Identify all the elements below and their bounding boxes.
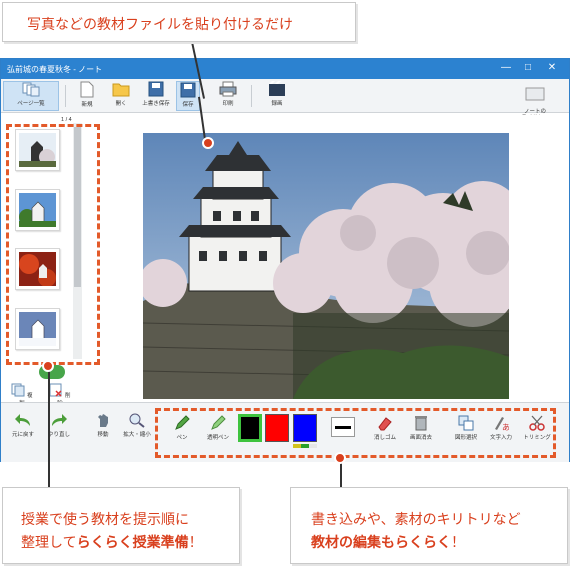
- redo-icon: [52, 414, 67, 426]
- page-list-label: ページ一覧: [17, 101, 45, 107]
- callout-right-end: ！: [451, 534, 465, 550]
- zoom-button[interactable]: 拡大・縮小: [117, 413, 157, 438]
- callout-edit-materials: 書き込みや、素材のキリトリなど 教材の編集もらくらく！: [290, 487, 568, 564]
- undo-button[interactable]: 元に戻す: [3, 413, 43, 438]
- toolbar: ページ一覧 新規 開く 上書き保存 保存 印刷 録画 ノートの: [1, 79, 569, 121]
- overwrite-save-label: 上書き保存: [142, 101, 170, 107]
- maximize-button[interactable]: □: [521, 62, 535, 75]
- print-button[interactable]: 印刷: [214, 81, 242, 111]
- open-button[interactable]: 開く: [107, 81, 135, 111]
- toolbar-separator: [65, 85, 66, 107]
- leader-line-left: [48, 366, 50, 487]
- open-label: 開く: [115, 101, 127, 107]
- overwrite-save-button[interactable]: 上書き保存: [139, 81, 173, 111]
- highlight-edit-tools: [155, 408, 556, 458]
- callout-paste-materials: 写真などの教材ファイルを貼り付けるだけ: [2, 2, 356, 42]
- page-indicator: 1 / 4: [61, 117, 72, 123]
- slideshow-icon: [525, 87, 545, 101]
- record-label: 録画: [271, 101, 283, 107]
- callout-left-line2: 整理してらくらく授業準備！: [21, 531, 239, 554]
- close-button[interactable]: ✕: [545, 62, 559, 75]
- new-label: 新規: [81, 102, 93, 108]
- highlight-page-list: [6, 124, 100, 365]
- print-label: 印刷: [222, 101, 234, 107]
- save-icon: [148, 81, 164, 97]
- new-file-icon: [80, 81, 94, 98]
- record-icon: [269, 81, 285, 96]
- save-as-button[interactable]: 保存: [176, 81, 200, 111]
- callout-left-plain: 整理して: [21, 534, 77, 550]
- delete-icon: [49, 383, 62, 397]
- open-folder-icon: [112, 83, 130, 97]
- move-icon: [98, 414, 108, 427]
- callout-dot-left: [42, 360, 54, 372]
- castle-photo[interactable]: [143, 133, 509, 399]
- zoom-label: 拡大・縮小: [123, 432, 151, 438]
- save-as-icon: [180, 82, 196, 98]
- callout-right-line1: 書き込みや、素材のキリトリなど: [311, 511, 521, 527]
- window-title: 弘前城の春夏秋冬 - ノート: [7, 65, 103, 74]
- callout-organize-materials: 授業で使う教材を提示順に 整理してらくらく授業準備！: [2, 487, 240, 564]
- callout-right-bold: 教材の編集もらくらく: [311, 534, 451, 550]
- save-label: 保存: [182, 102, 194, 108]
- undo-label: 元に戻す: [11, 432, 34, 438]
- new-button[interactable]: 新規: [73, 81, 101, 111]
- callout-left-end: ！: [188, 534, 203, 550]
- slideshow-button[interactable]: ノートの スライドショー: [513, 81, 557, 121]
- callout-top-text: 写真などの教材ファイルを貼り付けるだけ: [27, 16, 293, 32]
- callout-dot-top: [202, 137, 214, 149]
- minimize-button[interactable]: —: [499, 62, 513, 75]
- redo-label: やり直し: [47, 432, 70, 438]
- redo-button[interactable]: やり直し: [39, 413, 79, 438]
- toolbar-separator-2: [251, 85, 252, 107]
- move-label: 移動: [97, 432, 109, 438]
- callout-dot-right: [334, 452, 346, 464]
- title-bar: 弘前城の春夏秋冬 - ノート — □ ✕: [1, 59, 569, 79]
- page-list-icon: [22, 82, 40, 97]
- callout-left-bold: らくらく授業準備: [76, 534, 189, 550]
- page-list-button[interactable]: ページ一覧: [3, 81, 59, 111]
- callout-left-line1: 授業で使う教材を提示順に: [21, 511, 189, 527]
- duplicate-icon: [11, 383, 25, 397]
- undo-icon: [15, 414, 30, 426]
- castle-photo-image: [143, 133, 509, 399]
- zoom-icon: [129, 413, 145, 428]
- record-button[interactable]: 録画: [263, 81, 291, 111]
- print-icon: [219, 81, 237, 97]
- callout-right-line2: 教材の編集もらくらく！: [311, 531, 567, 554]
